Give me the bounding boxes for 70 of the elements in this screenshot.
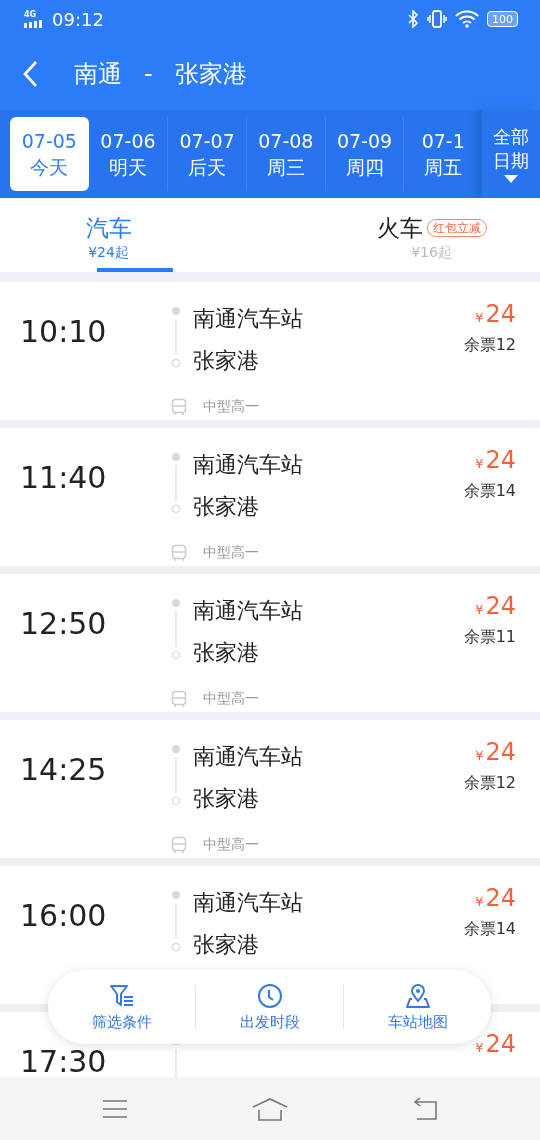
origin-station: 南通汽车站: [193, 305, 303, 333]
bus-type: 中型高一: [203, 689, 259, 708]
bluetooth-icon: [407, 10, 419, 28]
map-pin-icon: [404, 982, 431, 1009]
date-tab[interactable]: 07-07 后天: [167, 117, 246, 191]
bus-icon: [171, 835, 187, 854]
seats-left: 余票14: [463, 480, 516, 502]
destination-station: 张家港: [193, 347, 260, 375]
date-tab[interactable]: 07-06 明天: [88, 117, 168, 191]
vibrate-icon: [427, 10, 447, 28]
bus-type: 中型高一: [203, 835, 259, 854]
ticket-price: ¥24: [475, 883, 516, 914]
departure-time: 12:50: [20, 606, 108, 642]
clock-icon: [256, 982, 283, 1009]
route-line-drawing: [171, 452, 181, 516]
route-destination: 张家港: [174, 59, 247, 90]
seats-left: 余票11: [463, 626, 516, 648]
date-tab[interactable]: 07-08 周三: [245, 117, 325, 191]
ticket-price: ¥24: [475, 591, 516, 622]
route-line-drawing: [171, 890, 181, 954]
departure-time: 11:40: [20, 460, 108, 496]
action-button[interactable]: 出发时段: [196, 982, 343, 1032]
date-tab[interactable]: 07-05 今天: [10, 117, 89, 191]
route-line-drawing: [171, 598, 181, 662]
back-icon[interactable]: [22, 60, 38, 88]
all-dates-button[interactable]: 全部日期: [482, 110, 540, 198]
menu-icon[interactable]: [102, 1098, 128, 1119]
origin-station: 南通汽车站: [193, 889, 303, 917]
departure-time: 14:25: [20, 752, 108, 788]
filter-icon: [108, 982, 135, 1009]
seats-left: 余票14: [463, 918, 516, 940]
origin-station: 南通汽车站: [193, 597, 303, 625]
bus-icon: [171, 543, 187, 562]
trip-card[interactable]: 12:50 南通汽车站 张家港 中型高一 ¥24 余票11: [0, 574, 540, 712]
bus-icon: [171, 397, 187, 416]
back-nav-icon[interactable]: [412, 1096, 438, 1121]
destination-station: 张家港: [193, 639, 260, 667]
ticket-price: ¥24: [475, 1029, 516, 1060]
destination-station: 张家港: [193, 785, 260, 813]
bus-type: 中型高一: [203, 397, 259, 416]
bus-icon: [171, 689, 187, 708]
seats-left: 余票12: [463, 772, 516, 794]
route-line-drawing: [171, 744, 181, 808]
signal-indicator: 4G: [24, 10, 44, 28]
destination-station: 张家港: [193, 931, 260, 959]
transport-tab[interactable]: 火车 红包立减 ¥16起: [243, 198, 540, 272]
ticket-price: ¥24: [475, 299, 516, 330]
seats-left: 余票12: [463, 334, 516, 356]
trip-card[interactable]: 10:10 南通汽车站 张家港 中型高一 ¥24 余票12: [0, 282, 540, 420]
trip-card[interactable]: 11:40 南通汽车站 张家港 中型高一 ¥24 余票14: [0, 428, 540, 566]
departure-time: 10:10: [20, 314, 108, 350]
route-separator: -: [144, 60, 153, 88]
status-time: 09:12: [52, 8, 104, 30]
route-line-drawing: [171, 306, 181, 370]
departure-time: 17:30: [20, 1044, 108, 1077]
ticket-price: ¥24: [475, 737, 516, 768]
destination-station: 张家港: [193, 493, 260, 521]
trip-card[interactable]: 14:25 南通汽车站 张家港 中型高一 ¥24 余票12: [0, 720, 540, 858]
date-tab[interactable]: 07-09 周四: [324, 117, 404, 191]
origin-station: 南通汽车站: [193, 451, 303, 479]
battery-indicator: 100: [487, 11, 518, 27]
bus-type: 中型高一: [203, 543, 259, 562]
departure-time: 16:00: [20, 898, 108, 934]
ticket-price: ¥24: [475, 445, 516, 476]
caret-icon: [504, 175, 518, 183]
wifi-icon: [455, 10, 479, 28]
transport-tab[interactable]: 汽车 ¥24起: [0, 198, 243, 272]
home-icon[interactable]: [252, 1096, 288, 1121]
route-origin: 南通: [74, 59, 122, 90]
origin-station: 南通汽车站: [193, 743, 303, 771]
